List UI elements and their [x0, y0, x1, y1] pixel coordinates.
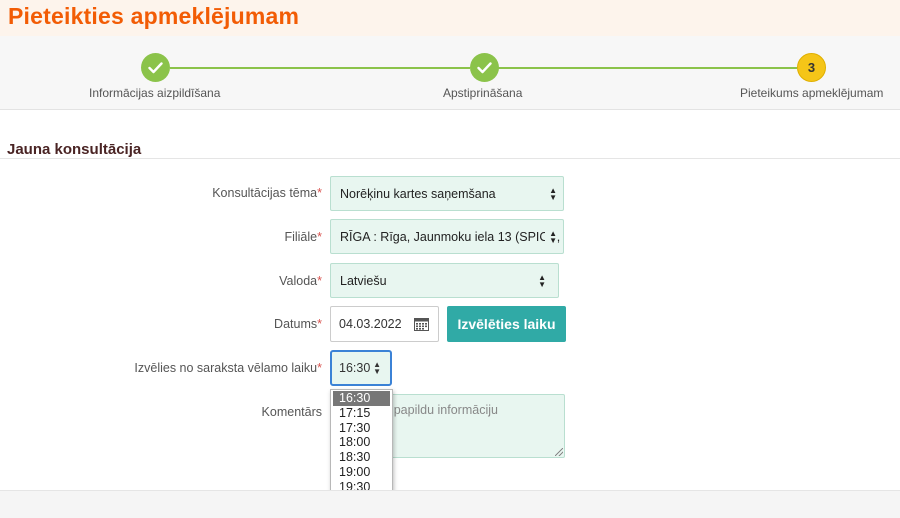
select-arrows-icon: ▲ ▼	[545, 186, 557, 201]
step-3-current: 3	[797, 53, 826, 82]
section-title: Jauna konsultācija	[7, 141, 142, 158]
select-arrows-icon: ▲ ▼	[534, 273, 546, 288]
branch-select[interactable]: RĪGA : Rīga, Jaunmoku iela 13 (SPICE, I …	[330, 219, 564, 254]
step-3-label: Pieteikums apmeklējumam	[740, 86, 884, 100]
time-option[interactable]: 17:15	[331, 406, 392, 421]
checkmark-icon	[148, 61, 163, 73]
time-option[interactable]: 18:30	[331, 450, 392, 465]
language-select[interactable]: Latviešu ▲ ▼	[330, 263, 559, 298]
step-1-complete	[141, 53, 170, 82]
branch-value: RĪGA : Rīga, Jaunmoku iela 13 (SPICE, I	[340, 229, 564, 244]
section-divider	[0, 158, 900, 159]
step-2-complete	[470, 53, 499, 82]
time-option[interactable]: 17:30	[331, 421, 392, 436]
time-value: 16:30	[339, 361, 371, 375]
topic-label: Konsultācijas tēma*	[212, 186, 322, 200]
calendar-icon[interactable]	[414, 318, 429, 331]
step-connector	[170, 67, 470, 69]
resize-handle-icon[interactable]	[555, 448, 563, 456]
time-option[interactable]: 18:00	[331, 435, 392, 450]
checkmark-icon	[477, 61, 492, 73]
date-value: 04.03.2022	[339, 317, 402, 331]
branch-label: Filiāle*	[284, 230, 322, 244]
language-value: Latviešu	[340, 273, 387, 288]
page-title: Pieteikties apmeklējumam	[8, 3, 300, 29]
step-2-label: Apstiprināšana	[443, 86, 523, 100]
select-arrows-icon: ▲ ▼	[545, 229, 557, 244]
pick-time-button[interactable]: Izvēlēties laiku	[447, 306, 566, 342]
page-footer	[0, 490, 900, 518]
time-option[interactable]: 19:00	[331, 465, 392, 480]
time-select[interactable]: 16:30 ▲ ▼	[330, 350, 392, 386]
step-connector	[498, 67, 797, 69]
time-dropdown-list[interactable]: 16:30 17:15 17:30 18:00 18:30 19:00 19:3…	[330, 389, 393, 494]
comment-label: Komentārs	[261, 405, 322, 419]
language-label: Valoda*	[279, 274, 322, 288]
step-number: 3	[807, 60, 816, 75]
time-option[interactable]: 16:30	[333, 391, 390, 406]
topic-value: Norēķinu kartes saņemšana	[340, 186, 496, 201]
progress-stepper: 3 Informācijas aizpildīšana Apstiprināša…	[0, 36, 900, 110]
select-arrows-icon: ▲ ▼	[373, 360, 381, 376]
page-header: Pieteikties apmeklējumam	[0, 0, 900, 36]
date-label: Datums*	[274, 317, 322, 331]
step-1-label: Informācijas aizpildīšana	[89, 86, 221, 100]
time-label: Izvēlies no saraksta vēlamo laiku*	[134, 361, 322, 375]
date-input[interactable]: 04.03.2022	[330, 306, 439, 342]
topic-select[interactable]: Norēķinu kartes saņemšana ▲ ▼	[330, 176, 564, 211]
